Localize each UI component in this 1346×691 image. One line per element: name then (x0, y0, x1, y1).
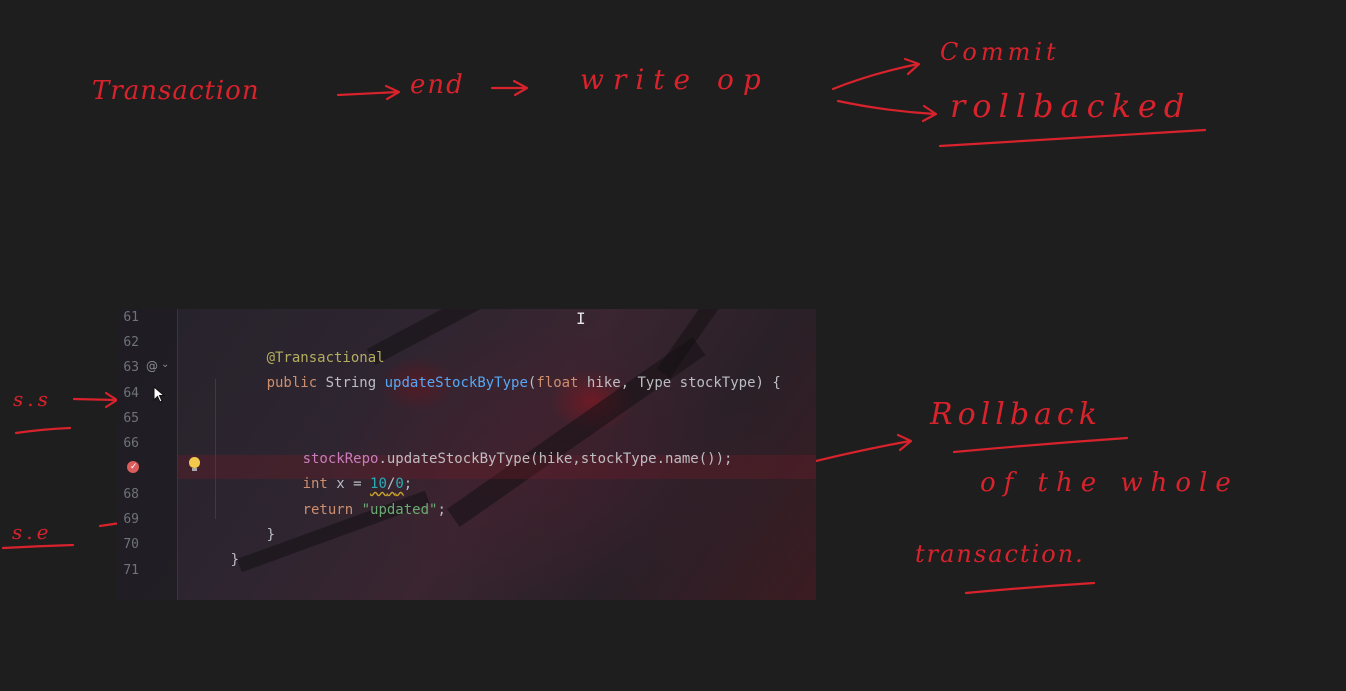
arrow-ss (72, 397, 118, 402)
type-token: String (325, 375, 385, 391)
text-cursor-icon: I (576, 309, 586, 328)
line-number: 70 (123, 537, 139, 552)
keyword-token: return (302, 502, 362, 518)
code-line-68[interactable]: return "updated"; (252, 486, 446, 534)
note-transaction: Transaction (92, 76, 260, 106)
line-number: 64 (123, 386, 139, 401)
line-number: 63 (123, 360, 139, 375)
fold-chevron-icon[interactable]: ⌄ (161, 359, 169, 370)
call-token: .updateStockByType(hike,stockType.name()… (378, 451, 733, 467)
note-transaction-2: transaction. (915, 540, 1085, 568)
line-number: 65 (123, 411, 139, 426)
line-number: 66 (123, 436, 139, 451)
keyword-token: public (266, 375, 326, 391)
override-at-icon[interactable]: @ (146, 359, 158, 373)
line-number: 71 (123, 563, 139, 578)
note-end: end (410, 70, 465, 100)
breakpoint-icon[interactable]: ✓ (127, 461, 139, 473)
semicolon-token: ; (437, 502, 446, 518)
underline-ss (14, 426, 72, 435)
underline-se (1, 543, 75, 550)
line-number: 69 (123, 512, 139, 527)
note-se: s.e (12, 520, 53, 544)
string-token: "updated" (361, 502, 438, 518)
line-number: 61 (123, 310, 139, 325)
underline-rollbacked (938, 128, 1207, 148)
note-ss: s.s (13, 387, 52, 411)
note-rollbacked: rollbacked (950, 87, 1192, 125)
line-number: 62 (123, 335, 139, 350)
brace-token: } (266, 527, 276, 543)
line-number: 68 (123, 487, 139, 502)
arrow-to-rollbacked (836, 99, 937, 116)
method-name-token: updateStockByType (384, 375, 528, 391)
note-commit: Commit (940, 38, 1060, 66)
mouse-pointer-icon (153, 386, 165, 403)
params-token: hike, Type stockType) { (586, 375, 781, 391)
keyword-token: float (536, 375, 587, 391)
brace-token: } (230, 552, 240, 568)
note-of-the-whole: of the whole (980, 468, 1239, 498)
code-editor-panel: 61 62 63 64 65 66 68 69 70 71 @ ⌄ ✓ @Tra… (117, 309, 816, 600)
code-line-63[interactable]: public String updateStockByType(float hi… (216, 359, 781, 407)
whiteboard-canvas: Transaction end write op Commit rollback… (0, 0, 1346, 691)
line-number-gutter[interactable]: 61 62 63 64 65 66 68 69 70 71 @ ⌄ ✓ (117, 309, 178, 600)
code-line-70[interactable]: } (180, 536, 239, 584)
arrow-to-commit (831, 62, 920, 91)
lightbulb-icon[interactable] (189, 457, 200, 471)
underline-rollback (952, 436, 1129, 454)
underline-transaction (964, 581, 1096, 595)
note-write-op: write op (580, 63, 770, 96)
arrow-to-end (336, 90, 400, 97)
note-rollback: Rollback (930, 397, 1102, 432)
